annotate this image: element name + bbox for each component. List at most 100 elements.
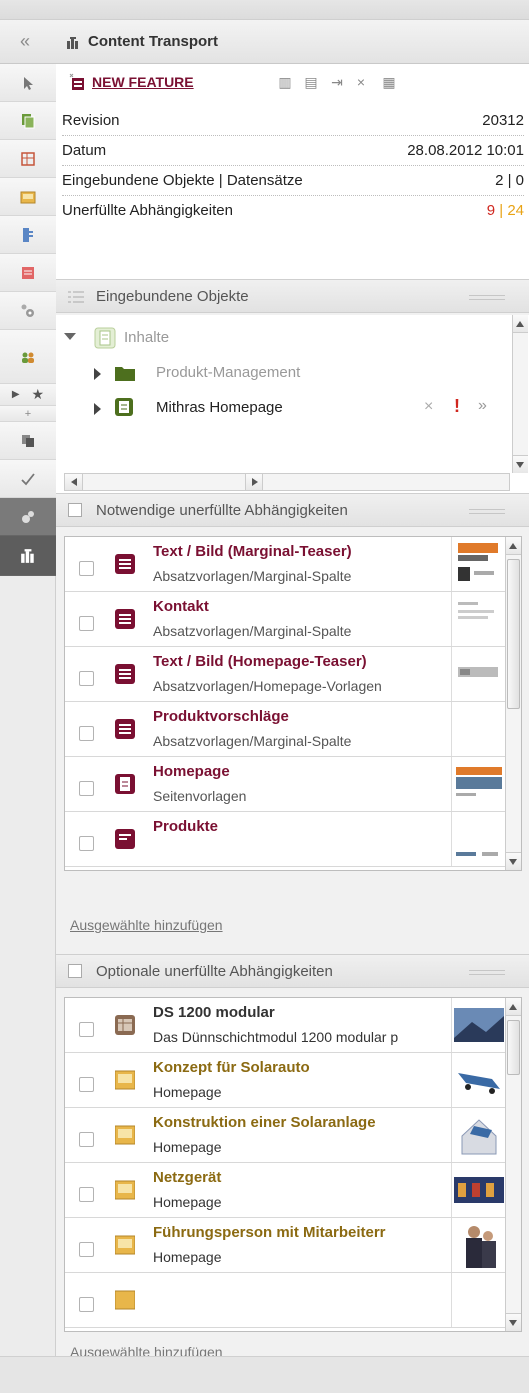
list-item[interactable]: Netzgerät Homepage	[65, 1163, 505, 1218]
section-title: Optionale unerfüllte Abhängigkeiten	[96, 963, 333, 980]
scroll-thumb[interactable]	[507, 1020, 520, 1075]
item-checkbox[interactable]	[79, 1187, 94, 1202]
list-item[interactable]: DS 1200 modular Das Dünnschichtmodul 120…	[65, 998, 505, 1053]
item-checkbox[interactable]	[79, 1022, 94, 1037]
scroll-down-button[interactable]	[506, 852, 521, 870]
sidebar-settings[interactable]	[0, 292, 56, 330]
property-unmet-dependencies: Unerfüllte Abhängigkeiten 9 | 24	[62, 196, 524, 226]
sidebar-tables[interactable]	[0, 140, 56, 178]
list-item[interactable]: Homepage Seitenvorlagen	[65, 757, 505, 812]
users-icon	[22, 352, 34, 363]
import-icon[interactable]: ⇥	[328, 73, 346, 91]
optional-dependencies-header[interactable]: Optionale unerfüllte Abhängigkeiten	[56, 954, 529, 988]
arrow-down-icon	[516, 462, 524, 468]
item-path: Absatzvorlagen/Marginal-Spalte	[153, 623, 352, 639]
expand-triangle-icon[interactable]	[94, 403, 101, 415]
warning-icon[interactable]: !	[454, 396, 460, 417]
remove-icon[interactable]: ×	[424, 398, 433, 416]
item-path: Homepage	[153, 1139, 222, 1155]
save-icon[interactable]: ▤	[302, 73, 320, 91]
item-title: Text / Bild (Marginal-Teaser)	[153, 543, 352, 560]
list-item[interactable]: Text / Bild (Marginal-Teaser) Absatzvorl…	[65, 537, 505, 592]
double-chevron-left-icon[interactable]: «	[20, 31, 30, 52]
tree-node-label: Produkt-Management	[156, 364, 301, 381]
tree-node-mithras-homepage[interactable]: Mithras Homepage × ! »	[92, 393, 512, 423]
select-all-optional-checkbox[interactable]	[68, 964, 82, 978]
list-item[interactable]: Text / Bild (Homepage-Teaser) Absatzvorl…	[65, 647, 505, 702]
arrow-down-icon	[509, 1320, 517, 1326]
drag-grip-icon[interactable]	[469, 970, 505, 975]
item-thumbnail	[451, 1163, 505, 1217]
sidebar-media[interactable]	[0, 178, 56, 216]
sidebar-bookmarks[interactable]: ▶ ★	[0, 384, 56, 406]
item-checkbox[interactable]	[79, 671, 94, 686]
item-checkbox[interactable]	[79, 561, 94, 576]
list-item[interactable]: Konzept für Solarauto Homepage	[65, 1053, 505, 1108]
scroll-left-button[interactable]	[65, 474, 83, 490]
sidebar-users[interactable]	[0, 330, 56, 384]
item-checkbox[interactable]	[79, 726, 94, 741]
tree-vertical-scrollbar[interactable]	[512, 315, 528, 473]
scroll-down-button[interactable]	[506, 1313, 521, 1331]
add-transport-icon[interactable]: ▥	[276, 73, 294, 91]
item-title: Produkte	[153, 818, 219, 835]
item-path: Homepage	[153, 1249, 222, 1265]
expand-triangle-icon[interactable]	[94, 368, 101, 380]
item-checkbox[interactable]	[79, 1242, 94, 1257]
collapse-triangle-icon[interactable]	[64, 333, 76, 340]
more-icon[interactable]: »	[478, 397, 487, 415]
scroll-thumb[interactable]	[507, 559, 520, 709]
scroll-right-button[interactable]	[245, 474, 263, 490]
sidebar-pages[interactable]	[0, 102, 56, 140]
item-checkbox[interactable]	[79, 1077, 94, 1092]
left-toolbar: ▶ ★ +	[0, 64, 56, 1393]
item-path: Homepage	[153, 1194, 222, 1210]
scroll-down-button[interactable]	[513, 455, 528, 473]
tree-horizontal-scrollbar[interactable]	[64, 473, 510, 491]
item-checkbox[interactable]	[79, 836, 94, 851]
required-count[interactable]: 9	[487, 202, 495, 219]
optional-count[interactable]: 24	[507, 202, 524, 219]
sidebar-transport[interactable]	[0, 536, 56, 576]
drag-grip-icon[interactable]	[469, 509, 505, 514]
sidebar-reports[interactable]	[0, 254, 56, 292]
item-checkbox[interactable]	[79, 781, 94, 796]
bottom-bar	[0, 1356, 529, 1393]
item-thumbnail	[451, 537, 505, 591]
sidebar-plugins[interactable]	[0, 498, 56, 536]
plus-icon: +	[24, 407, 32, 420]
sidebar-check[interactable]	[0, 460, 56, 498]
drag-grip-icon[interactable]	[469, 295, 505, 300]
list-item[interactable]	[65, 1273, 505, 1328]
add-selected-required-link[interactable]: Ausgewählte hinzufügen	[70, 917, 223, 933]
sidebar-pointer[interactable]	[0, 64, 56, 102]
embedded-objects-header[interactable]: Eingebundene Objekte	[56, 279, 529, 313]
required-dependencies-header[interactable]: Notwendige unerfüllte Abhängigkeiten	[56, 493, 529, 527]
list-item[interactable]: Führungsperson mit Mitarbeiterr Homepage	[65, 1218, 505, 1273]
close-icon[interactable]: ×	[352, 73, 370, 91]
required-list-scrollbar[interactable]	[505, 537, 521, 870]
scroll-up-button[interactable]	[506, 537, 521, 555]
item-checkbox[interactable]	[79, 1297, 94, 1312]
list-item[interactable]: Konstruktion einer Solaranlage Homepage	[65, 1108, 505, 1163]
item-checkbox[interactable]	[79, 1132, 94, 1147]
content-folder-icon	[94, 327, 116, 349]
export-icon[interactable]: ▦	[380, 73, 398, 91]
sidebar-content[interactable]	[0, 216, 56, 254]
scroll-up-button[interactable]	[506, 998, 521, 1016]
list-item[interactable]: Produkte	[65, 812, 505, 867]
optional-list-scrollbar[interactable]	[505, 998, 521, 1331]
plugin-icon	[22, 510, 34, 523]
sidebar-add[interactable]: +	[0, 406, 56, 422]
list-item[interactable]: Produktvorschläge Absatzvorlagen/Margina…	[65, 702, 505, 757]
sidebar-copy[interactable]	[0, 422, 56, 460]
feature-name-link[interactable]: NEW FEATURE	[92, 74, 194, 90]
scroll-up-button[interactable]	[513, 315, 528, 333]
select-all-required-checkbox[interactable]	[68, 503, 82, 517]
list-item[interactable]: Kontakt Absatzvorlagen/Marginal-Spalte	[65, 592, 505, 647]
item-path: Das Dünnschichtmodul 1200 modular p	[153, 1029, 399, 1045]
tree-node-produkt-management[interactable]: Produkt-Management	[92, 358, 412, 388]
item-checkbox[interactable]	[79, 616, 94, 631]
arrow-up-icon	[516, 321, 524, 327]
tree-node-inhalte[interactable]: Inhalte	[62, 323, 362, 353]
